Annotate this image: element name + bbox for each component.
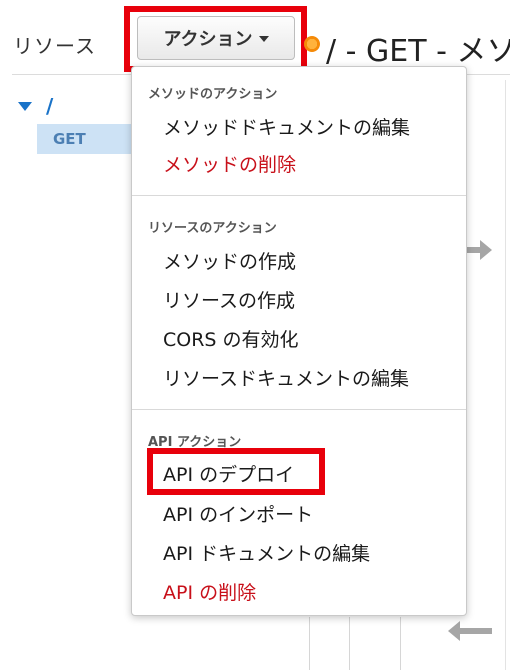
menu-item-import-api[interactable]: API のインポート [163, 500, 313, 527]
resources-title: リソース [13, 34, 96, 58]
section-header-resource-actions: リソースのアクション [148, 221, 277, 236]
caret-down-icon[interactable] [18, 101, 32, 111]
menu-item-edit-api-docs[interactable]: API ドキュメントの編集 [163, 539, 370, 566]
sidebar-divider [12, 74, 132, 75]
actions-button-highlight [124, 6, 307, 72]
resource-root-label: / [46, 94, 54, 118]
menu-item-delete-api[interactable]: API の削除 [163, 578, 256, 605]
menu-item-edit-method-docs[interactable]: メソッドドキュメントの編集 [163, 113, 410, 140]
resource-tree-root[interactable]: / [18, 94, 53, 118]
menu-item-create-resource[interactable]: リソースの作成 [163, 286, 295, 313]
arrow-left-icon [448, 621, 492, 641]
method-item-get[interactable]: GET [37, 124, 133, 154]
page-title: / - GET - メソ [326, 34, 510, 69]
menu-item-enable-cors[interactable]: CORS の有効化 [163, 325, 299, 352]
menu-item-delete-method[interactable]: メソッドの削除 [163, 150, 296, 177]
section-header-method-actions: メソッドのアクション [148, 87, 278, 102]
background-divider [349, 617, 350, 670]
actions-dropdown-menu: メソッドのアクション メソッドドキュメントの編集 メソッドの削除 リソースのアク… [131, 66, 467, 616]
background-divider [400, 617, 401, 670]
menu-divider [132, 195, 466, 196]
menu-item-edit-resource-docs[interactable]: リソースドキュメントの編集 [163, 364, 409, 391]
header-divider [466, 74, 510, 75]
deploy-api-highlight [147, 448, 325, 495]
menu-divider [132, 409, 466, 410]
background-divider [505, 80, 506, 670]
background-divider [309, 617, 310, 670]
method-status-icon [304, 36, 320, 52]
menu-item-create-method[interactable]: メソッドの作成 [163, 247, 296, 274]
arrow-right-icon [466, 240, 492, 260]
